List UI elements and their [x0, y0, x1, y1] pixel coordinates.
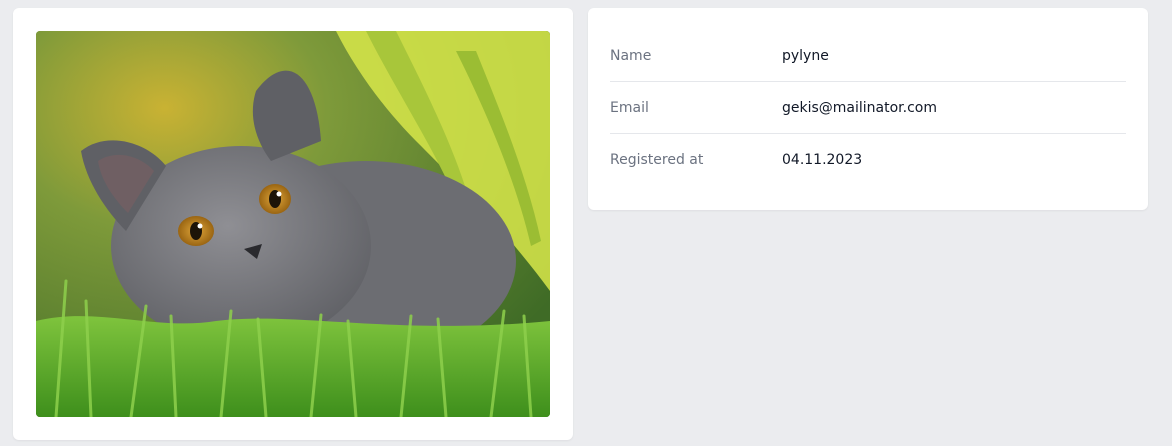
email-value: gekis@mailinator.com: [782, 99, 938, 116]
name-row: Name pylyne: [610, 30, 1126, 82]
email-row: Email gekis@mailinator.com: [610, 82, 1126, 134]
user-details-list: Name pylyne Email gekis@mailinator.com R…: [610, 30, 1126, 186]
registered-label: Registered at: [610, 152, 704, 168]
email-label: Email: [610, 99, 649, 116]
registered-value: 04.11.2023: [782, 152, 863, 168]
user-info-card: Name pylyne Email gekis@mailinator.com R…: [588, 8, 1148, 210]
name-label: Name: [610, 47, 652, 64]
profile-photo: [36, 31, 550, 417]
registered-row: Registered at 04.11.2023: [610, 134, 1126, 186]
photo-card: [13, 8, 573, 440]
name-value: pylyne: [782, 47, 829, 64]
